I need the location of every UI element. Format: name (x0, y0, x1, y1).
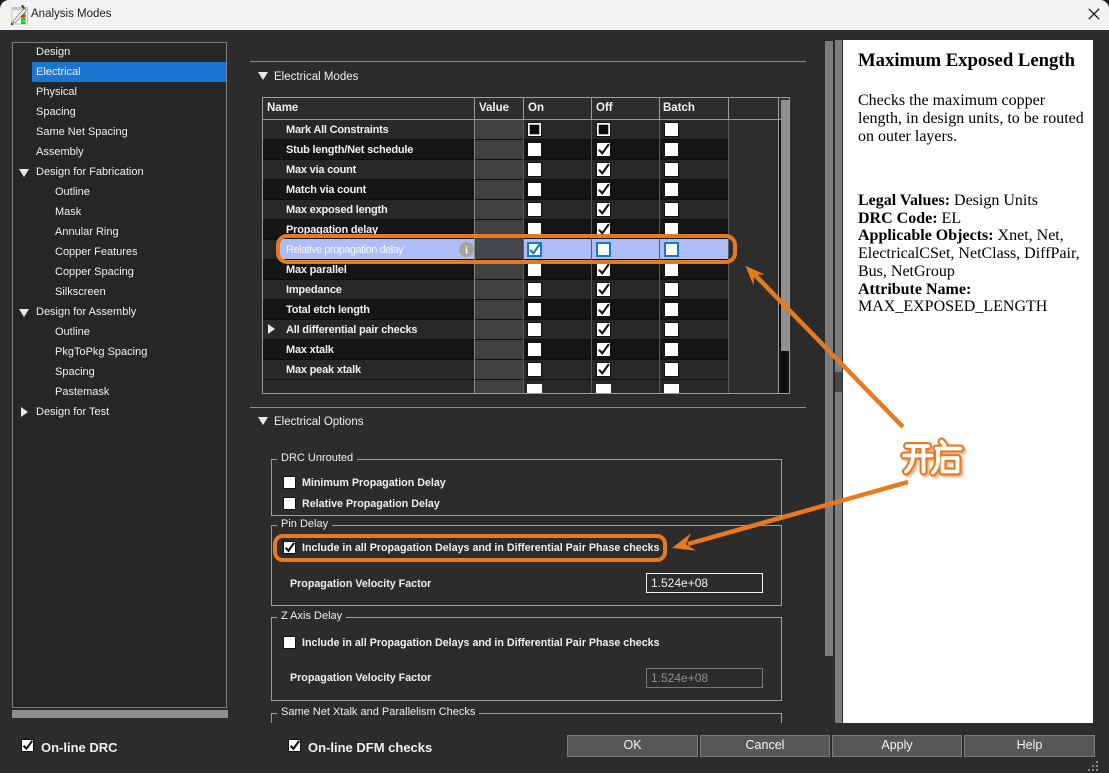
svg-text:i: i (465, 245, 468, 257)
